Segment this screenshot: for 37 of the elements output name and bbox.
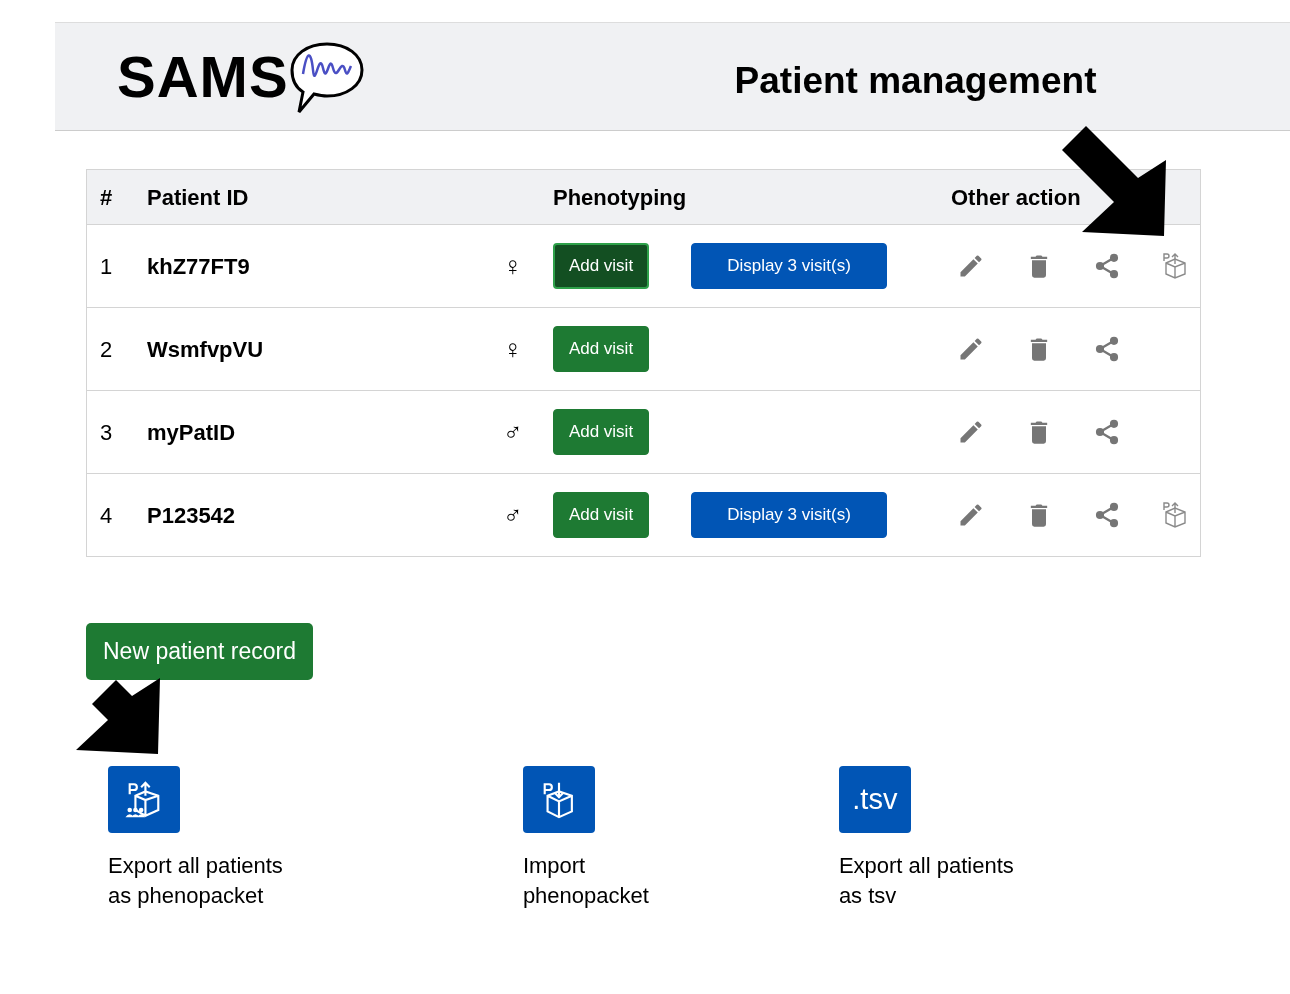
import-phenopacket-button[interactable] bbox=[522, 766, 595, 833]
patient-id: myPatID bbox=[147, 419, 236, 445]
sex-symbol: ♀ bbox=[502, 333, 523, 364]
share-icon[interactable] bbox=[1093, 252, 1121, 280]
patient-id: khZ77FT9 bbox=[147, 253, 250, 279]
row-number: 2 bbox=[100, 336, 113, 362]
export-tsv-button[interactable]: .tsv bbox=[838, 766, 911, 833]
add-visit-button[interactable]: Add visit bbox=[553, 326, 649, 372]
new-patient-button[interactable]: New patient record bbox=[86, 623, 314, 680]
add-visit-button[interactable]: Add visit bbox=[553, 243, 649, 289]
share-icon[interactable] bbox=[1093, 418, 1121, 446]
share-icon[interactable] bbox=[1093, 335, 1121, 363]
add-visit-button[interactable]: Add visit bbox=[553, 409, 649, 455]
column-header: Phenotyping bbox=[553, 184, 687, 210]
sex-symbol: ♂ bbox=[502, 499, 523, 530]
display-visits-button[interactable]: Display 3 visit(s) bbox=[691, 243, 887, 289]
row-number: 4 bbox=[100, 502, 113, 528]
page-title: Patient management bbox=[734, 58, 1097, 103]
tile-caption: Export all patients as tsv bbox=[838, 852, 1014, 910]
column-header: # bbox=[100, 184, 113, 210]
patient-id: WsmfvpVU bbox=[147, 336, 264, 362]
box-upload-icon[interactable] bbox=[1161, 501, 1189, 529]
patient-id: P123542 bbox=[147, 502, 236, 528]
export-phenopacket-button[interactable] bbox=[108, 766, 180, 833]
tile-caption: Export all patients as phenopacket bbox=[108, 852, 283, 910]
sex-symbol: ♀ bbox=[502, 250, 523, 281]
box-upload-icon[interactable] bbox=[1161, 252, 1189, 280]
logo-text: SAMS bbox=[117, 43, 289, 111]
column-header: Patient ID bbox=[147, 184, 249, 210]
column-header: Other action bbox=[951, 184, 1081, 210]
share-icon[interactable] bbox=[1093, 501, 1121, 529]
add-visit-button[interactable]: Add visit bbox=[553, 492, 649, 538]
display-visits-button[interactable]: Display 3 visit(s) bbox=[691, 492, 887, 538]
row-number: 3 bbox=[100, 419, 113, 445]
sex-symbol: ♂ bbox=[502, 416, 523, 447]
tile-caption: Import phenopacket bbox=[522, 852, 649, 910]
row-number: 1 bbox=[100, 253, 113, 279]
